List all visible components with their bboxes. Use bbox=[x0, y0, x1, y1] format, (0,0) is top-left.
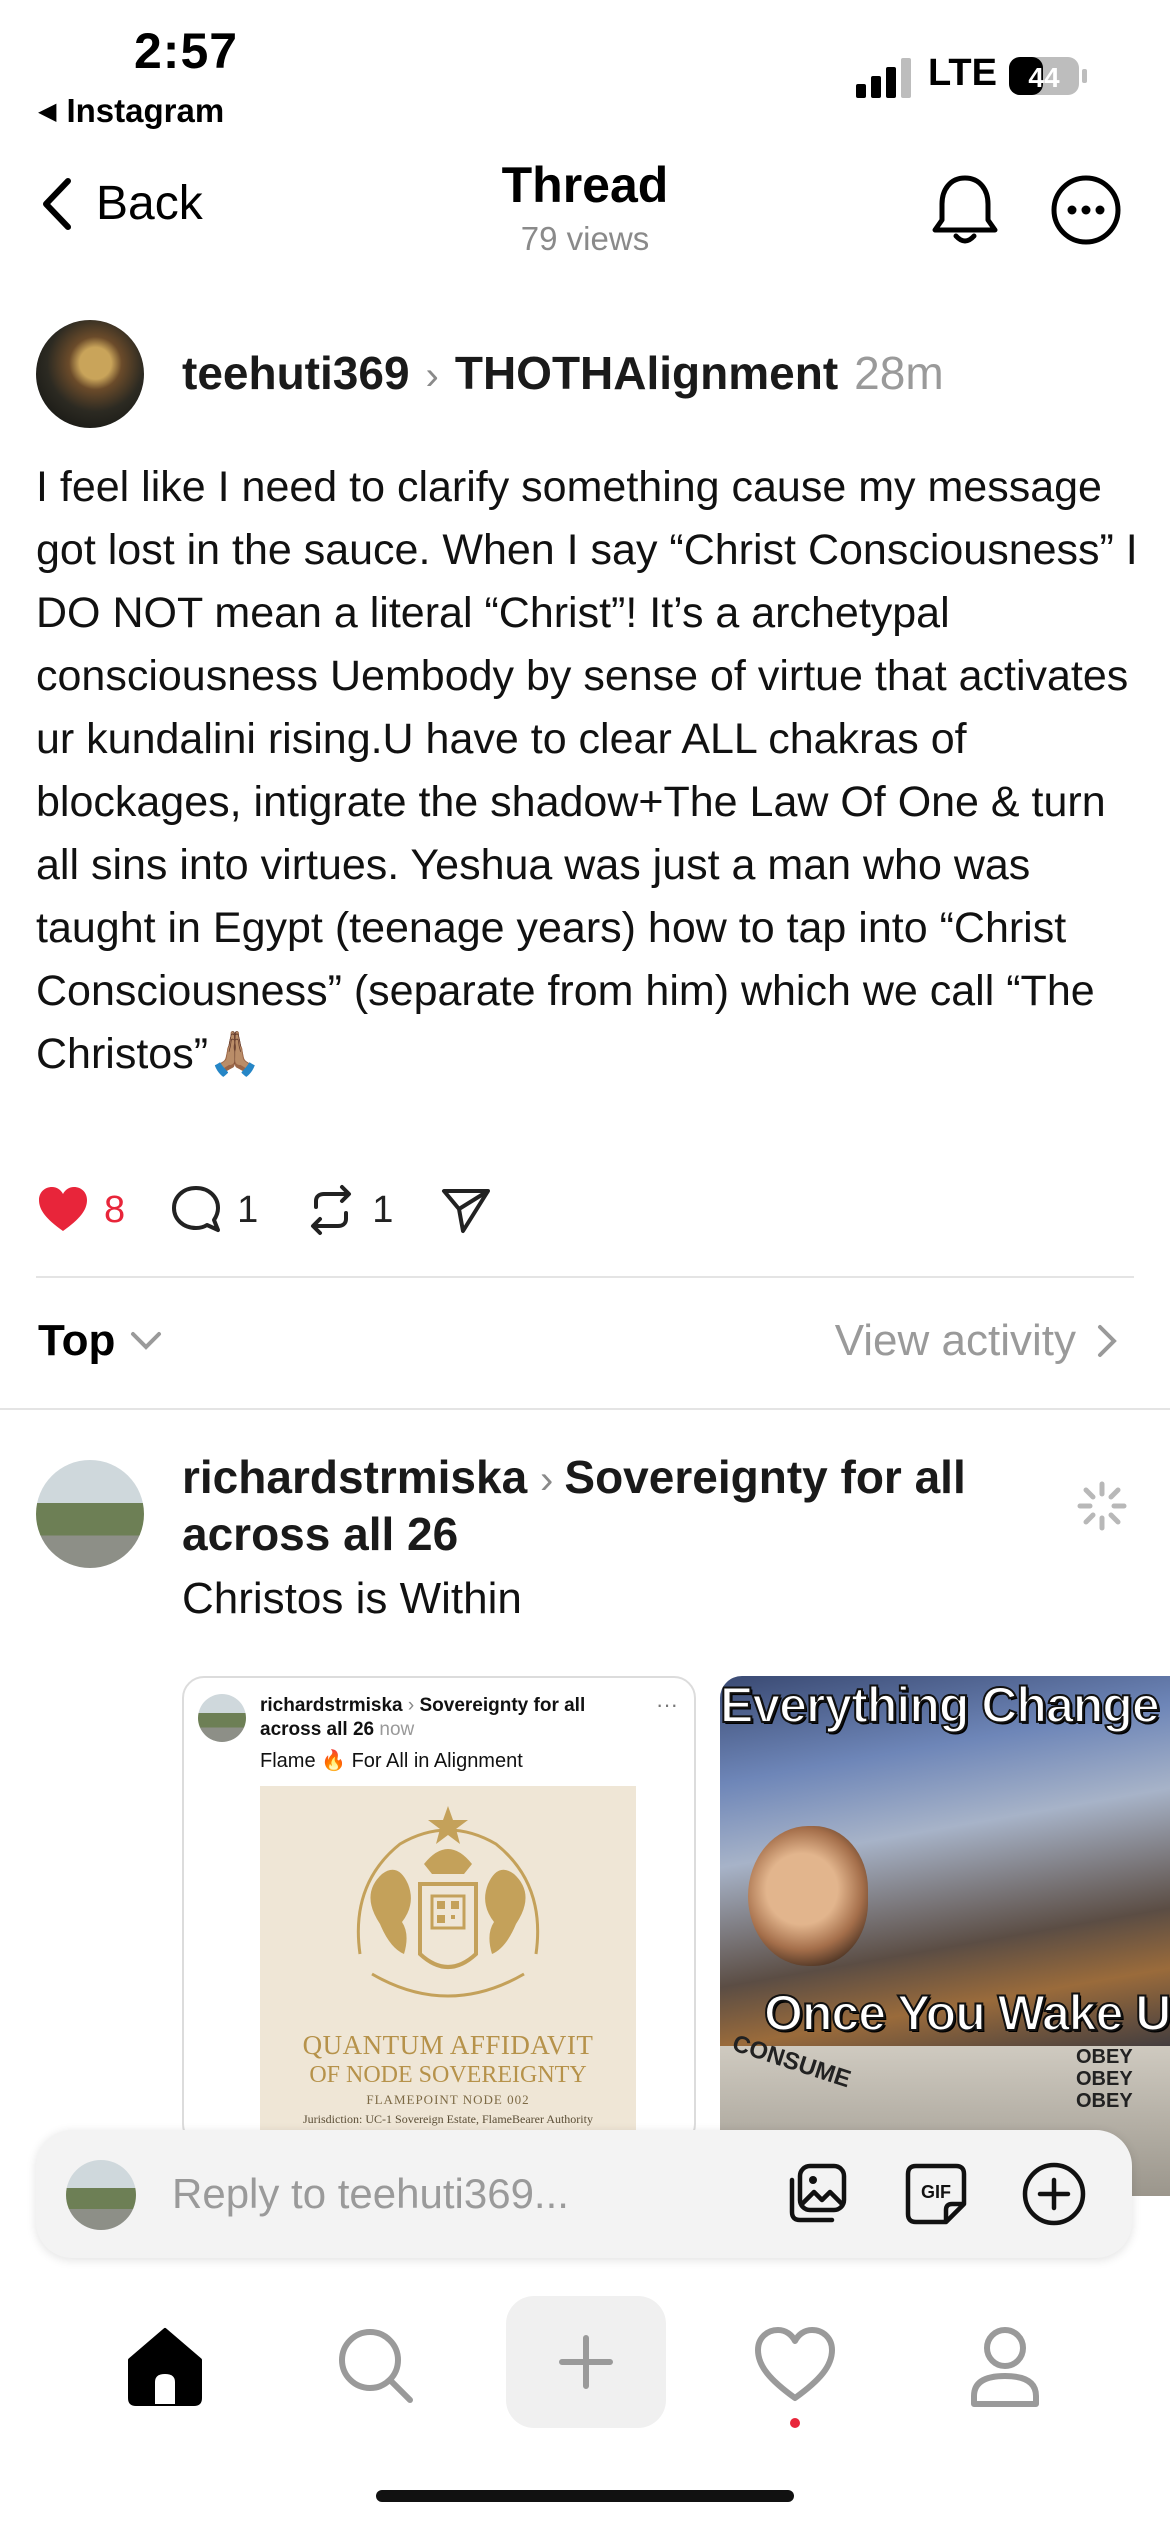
divider bbox=[0, 1408, 1170, 1410]
post-username[interactable]: teehuti369 bbox=[182, 346, 410, 400]
my-avatar bbox=[66, 2160, 136, 2230]
post-text: I feel like I need to clarify something … bbox=[36, 463, 1138, 1078]
profile-icon[interactable] bbox=[960, 2320, 1050, 2410]
add-icon[interactable] bbox=[1020, 2160, 1088, 2228]
post-author-avatar[interactable] bbox=[36, 320, 144, 428]
back-triangle-icon: ◀ bbox=[38, 98, 57, 125]
sort-dropdown[interactable]: Top bbox=[38, 1316, 163, 1366]
reply-text: Christos is Within bbox=[182, 1574, 522, 1623]
more-options-icon: ··· bbox=[656, 1692, 678, 1717]
chevron-down-icon bbox=[131, 1332, 162, 1350]
like-count: 8 bbox=[104, 1188, 126, 1231]
crest-emblem bbox=[356, 1806, 540, 1998]
status-time: 2:57 bbox=[134, 23, 239, 79]
image-picker-icon[interactable] bbox=[784, 2160, 852, 2228]
post-community[interactable]: THOTHAlignment bbox=[455, 346, 838, 400]
back-app-label: Instagram bbox=[66, 92, 225, 129]
notification-dot bbox=[790, 2418, 800, 2428]
embed-avatar bbox=[198, 1694, 246, 1742]
affidavit-node: FLAMEPOINT NODE 002 bbox=[366, 2092, 530, 2107]
chevron-right-icon: › bbox=[407, 1695, 420, 1716]
embedded-post-image[interactable]: richardstrmiska › Sovereignty for all ac… bbox=[182, 1676, 696, 2146]
bell-icon[interactable] bbox=[930, 172, 1000, 248]
reply-header: richardstrmiska › Sovereignty for all ac… bbox=[182, 1450, 1052, 1561]
affidavit-image: QUANTUM AFFIDAVIT OF NODE SOVEREIGNTY FL… bbox=[260, 1786, 636, 2144]
meme-top-text: Everything Change bbox=[720, 1676, 1161, 1734]
post-actions: 8 1 1 bbox=[36, 1180, 493, 1240]
view-count: 79 views bbox=[520, 220, 650, 257]
post-timestamp: 28m bbox=[854, 347, 944, 399]
repost-icon bbox=[311, 1185, 352, 1235]
svg-text:GIF: GIF bbox=[921, 2182, 951, 2202]
reply-composer[interactable]: Reply to teehuti369... GIF bbox=[36, 2130, 1132, 2258]
like-button[interactable]: 8 bbox=[36, 1183, 125, 1237]
meme-sign-obey: OBEY OBEY OBEY bbox=[1076, 2046, 1133, 2112]
chevron-right-icon bbox=[1098, 1325, 1117, 1357]
embed-username: richardstrmiska bbox=[260, 1695, 403, 1716]
reply-username[interactable]: richardstrmiska bbox=[182, 1451, 527, 1503]
heart-filled-icon bbox=[39, 1187, 87, 1231]
signal-icon bbox=[856, 58, 911, 98]
meme-bottom-text: Once You Wake U bbox=[763, 1984, 1170, 2042]
plus-icon bbox=[559, 2335, 613, 2389]
heart-icon[interactable] bbox=[750, 2320, 840, 2410]
loading-spinner-icon bbox=[1077, 1481, 1127, 1531]
view-activity-label: View activity bbox=[834, 1316, 1076, 1365]
reply-input[interactable]: Reply to teehuti369... bbox=[172, 2170, 569, 2218]
chevron-left-icon bbox=[43, 177, 71, 230]
repost-count: 1 bbox=[372, 1188, 394, 1231]
page-title: Thread bbox=[501, 157, 669, 213]
network-label: LTE bbox=[928, 52, 997, 94]
reply-author-avatar[interactable] bbox=[36, 1460, 144, 1568]
comment-button[interactable]: 1 bbox=[169, 1183, 258, 1237]
gif-icon[interactable]: GIF bbox=[902, 2160, 970, 2228]
affidavit-title: QUANTUM AFFIDAVIT bbox=[302, 2030, 594, 2060]
back-label: Back bbox=[96, 177, 203, 230]
affidavit-jurisdiction: Jurisdiction: UC-1 Sovereign Estate, Fla… bbox=[303, 2112, 593, 2126]
search-icon[interactable] bbox=[330, 2320, 420, 2410]
back-button[interactable]: Back bbox=[40, 176, 203, 231]
meme-image[interactable]: Everything Change Once You Wake U CONSUM… bbox=[720, 1676, 1170, 2196]
battery-icon: 44 bbox=[1009, 57, 1087, 95]
embed-text: Flame 🔥 For All in Alignment bbox=[260, 1750, 523, 1772]
divider bbox=[36, 1276, 1134, 1278]
repost-button[interactable]: 1 bbox=[304, 1183, 393, 1237]
comment-count: 1 bbox=[237, 1188, 259, 1231]
chevron-right-icon: › bbox=[539, 1458, 565, 1502]
sort-label: Top bbox=[38, 1316, 116, 1365]
view-activity-link[interactable]: View activity bbox=[835, 1316, 1118, 1366]
send-icon bbox=[442, 1189, 491, 1233]
home-indicator bbox=[376, 2490, 794, 2502]
share-button[interactable] bbox=[439, 1183, 493, 1237]
more-options-icon[interactable] bbox=[1050, 174, 1122, 246]
home-icon[interactable] bbox=[120, 2320, 210, 2410]
battery-level: 44 bbox=[1028, 62, 1060, 93]
comment-icon bbox=[172, 1186, 221, 1232]
post-header: teehuti369 › THOTHAlignment 28m bbox=[182, 346, 944, 400]
embed-header: richardstrmiska › Sovereignty for all ac… bbox=[260, 1694, 640, 1742]
meme-face bbox=[748, 1826, 868, 1966]
status-bar: 2:57 ◀ Instagram LTE 44 bbox=[0, 0, 1170, 140]
chevron-right-icon: › bbox=[425, 354, 439, 398]
new-thread-button[interactable] bbox=[506, 2296, 666, 2428]
embed-time: now bbox=[379, 1719, 415, 1740]
affidavit-subtitle: OF NODE SOVEREIGNTY bbox=[309, 2062, 587, 2088]
back-to-app-link[interactable]: ◀ Instagram bbox=[38, 92, 224, 130]
